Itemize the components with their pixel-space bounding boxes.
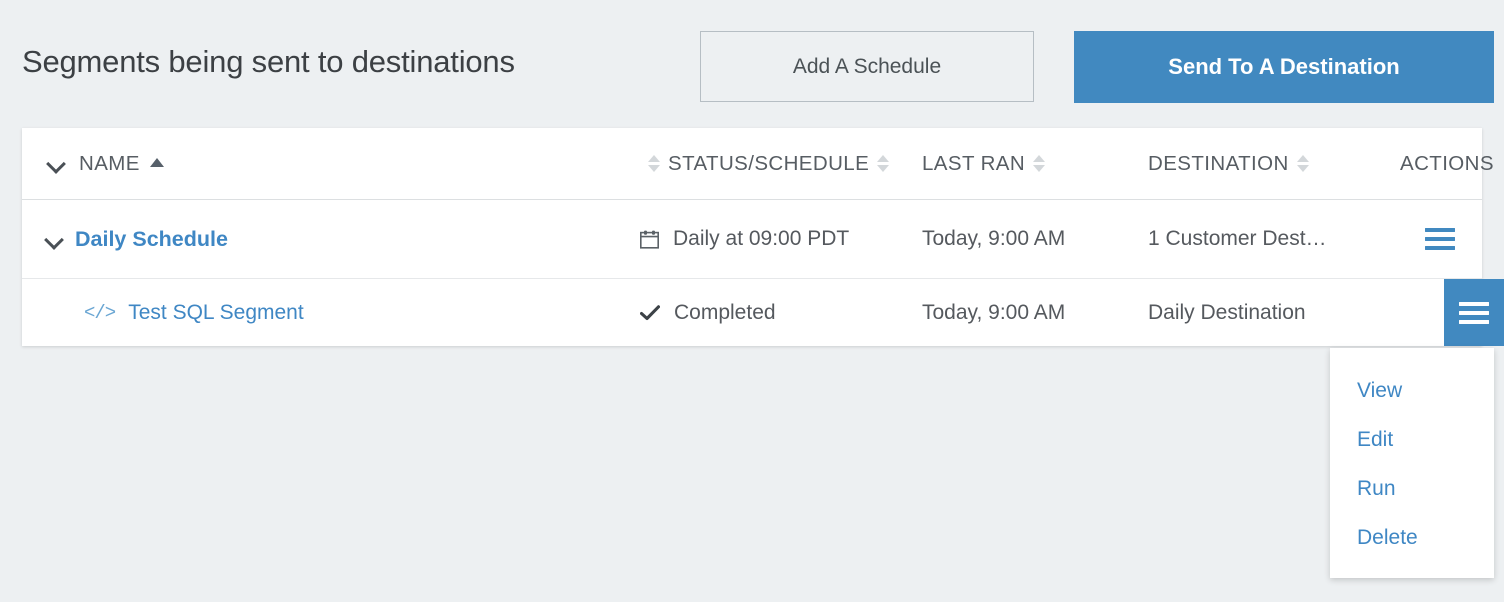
row-destination-cell: 1 Customer Dest… — [1127, 200, 1418, 278]
add-a-schedule-button[interactable]: Add A Schedule — [700, 31, 1034, 102]
page-title: Segments being sent to destinations — [22, 44, 515, 79]
row-last-ran-cell: Today, 9:00 AM — [902, 200, 1147, 278]
segment-link[interactable]: Test SQL Segment — [128, 301, 303, 325]
table-row: Daily Schedule Daily at 09:00 PDT Today,… — [22, 200, 1482, 279]
menu-item-view[interactable]: View — [1330, 366, 1494, 415]
column-header-name[interactable]: NAME — [22, 128, 648, 200]
menu-item-edit[interactable]: Edit — [1330, 415, 1494, 464]
column-header-last-ran-label: LAST RAN — [922, 151, 1026, 175]
row-destination-text: 1 Customer Dest… — [1148, 227, 1327, 250]
column-header-name-label: NAME — [79, 151, 140, 175]
row-last-ran-text: Today, 9:00 AM — [922, 300, 1066, 324]
row-last-ran-text: Today, 9:00 AM — [922, 227, 1066, 250]
sort-ascending-icon[interactable] — [149, 157, 164, 167]
check-icon — [639, 303, 661, 323]
sort-toggle-icon-destination[interactable] — [1296, 155, 1310, 172]
chevron-down-icon[interactable] — [48, 155, 65, 172]
row-status-text: Daily at 09:00 PDT — [673, 227, 850, 250]
menu-item-run[interactable]: Run — [1330, 464, 1494, 513]
page-header: Segments being sent to destinations Add … — [0, 0, 1504, 128]
row-name-cell: </> Test SQL Segment — [22, 279, 684, 346]
column-header-destination-label: DESTINATION — [1148, 151, 1289, 175]
send-to-a-destination-button[interactable]: Send To A Destination — [1074, 31, 1494, 103]
segments-table: NAME STATUS/SCHEDULE LAST RAN DESTINATIO… — [22, 128, 1504, 346]
row-last-ran-cell: Today, 9:00 AM — [902, 279, 1147, 346]
table-header-row: NAME STATUS/SCHEDULE LAST RAN DESTINATIO… — [22, 128, 1494, 200]
column-header-status[interactable]: STATUS/SCHEDULE — [622, 128, 920, 200]
column-header-last-ran[interactable]: LAST RAN — [902, 128, 1147, 200]
row-actions-cell — [1397, 200, 1482, 278]
menu-item-delete[interactable]: Delete — [1330, 513, 1494, 562]
segment-group-link[interactable]: Daily Schedule — [75, 227, 228, 252]
row-actions-button-active[interactable] — [1444, 279, 1504, 346]
row-actions-cell — [1397, 279, 1504, 346]
sort-toggle-icon-status[interactable] — [876, 155, 890, 172]
row-actions-button[interactable] — [1397, 200, 1482, 278]
row-destination-cell: Daily Destination — [1127, 279, 1418, 346]
row-name-cell: Daily Schedule — [22, 200, 646, 278]
row-status-text: Completed — [674, 300, 776, 324]
hamburger-menu-icon[interactable] — [1459, 301, 1489, 324]
row-status-cell: Daily at 09:00 PDT — [622, 200, 920, 278]
column-header-actions-label: ACTIONS — [1400, 151, 1494, 175]
hamburger-menu-icon[interactable] — [1424, 228, 1455, 250]
column-header-destination[interactable]: DESTINATION — [1127, 128, 1418, 200]
sort-toggle-icon-last-ran[interactable] — [1032, 155, 1046, 172]
column-header-actions: ACTIONS — [1397, 128, 1494, 200]
sort-toggle-icon-name[interactable] — [647, 155, 661, 172]
chevron-down-icon[interactable] — [46, 231, 63, 248]
table-row: </> Test SQL Segment Completed Today, 9:… — [22, 279, 1504, 346]
row-status-cell: Completed — [622, 279, 920, 346]
actions-dropdown-menu: View Edit Run Delete — [1330, 348, 1494, 578]
column-header-status-label: STATUS/SCHEDULE — [668, 151, 870, 175]
row-destination-text: Daily Destination — [1148, 300, 1306, 324]
calendar-icon — [640, 230, 659, 249]
code-icon: </> — [84, 301, 116, 324]
